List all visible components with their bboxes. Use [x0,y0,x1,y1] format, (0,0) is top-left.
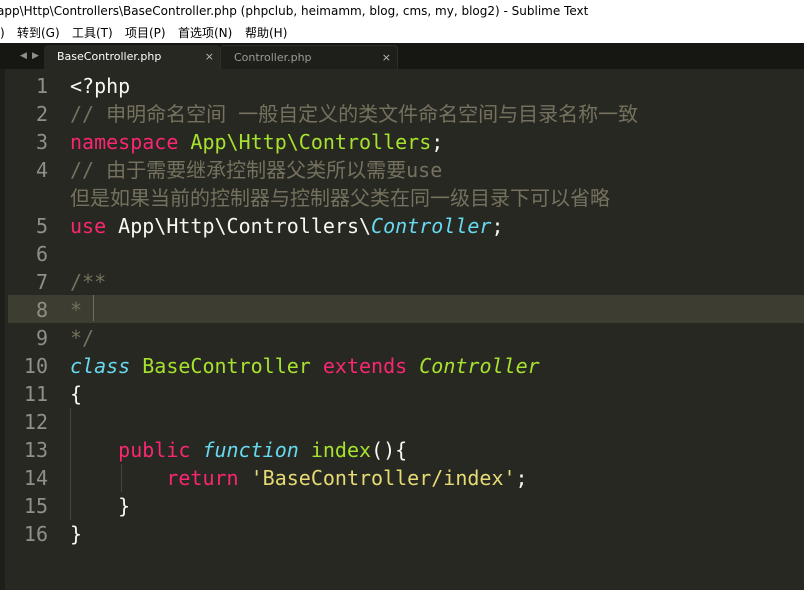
line-number: 7 [35,270,48,294]
keyword-extends: extends [322,354,408,378]
menu-item-project[interactable]: 项目(P) [125,23,166,43]
line-number: 9 [35,326,48,350]
text-cursor [93,295,94,321]
line-number: 14 [23,466,48,490]
string-literal: 'BaseController/index' [250,466,516,490]
brace-close: } [70,522,83,546]
menu-item-partial[interactable]: ) [0,23,5,43]
line-number: 8 [35,298,48,322]
parent-class: Controller [419,354,540,378]
code-editor[interactable]: 1 2 3 4 5 6 7 8 9 10 11 12 13 14 15 16 <… [0,69,804,590]
line-number: 4 [35,158,48,182]
docblock-open: /** [70,270,107,294]
line-number: 12 [23,410,48,434]
keyword-return: return [166,466,239,490]
function-name: index [310,438,372,462]
code-line-1: <?php [70,72,130,100]
brace-close: } [118,494,131,518]
keyword-namespace: namespace [70,130,179,154]
tab-label: BaseController.php [57,50,162,63]
use-namespace: App\Http\Controllers\ [118,214,372,238]
line-number: 1 [35,74,48,98]
keyword-function: function [202,438,299,462]
use-class: Controller [371,214,492,238]
code-line-4-wrap: 但是如果当前的控制器与控制器父类在同一级目录下可以省略 [70,184,610,212]
code-line-3: namespace App\Http\Controllers; [70,128,443,156]
window-title-bar: app\Http\Controllers\BaseController.php … [0,0,804,23]
semicolon: ; [515,466,528,490]
code-line-16: } [70,520,82,548]
menu-item-preferences[interactable]: 首选项(N) [178,23,232,43]
keyword-use: use [70,214,107,238]
docblock-star: * [70,298,83,322]
window-title: app\Http\Controllers\BaseController.php … [0,4,589,18]
tab-controller[interactable]: Controller.php × [220,45,398,70]
code-line-10: class BaseController extends Controller [70,352,540,380]
tab-navigation: ◀ ▶ [0,43,48,69]
code-line-9: */ [70,324,94,352]
code-line-11: { [70,380,82,408]
line-number: 11 [23,382,48,406]
class-name: BaseController [142,354,311,378]
code-line-8: * [70,296,82,324]
semicolon: ; [431,130,444,154]
menu-item-help[interactable]: 帮助(H) [245,23,287,43]
code-line-13: public function index(){ [70,436,407,464]
menu-item-tools[interactable]: 工具(T) [72,23,113,43]
tab-label: Controller.php [234,51,312,64]
code-line-15: } [70,492,130,520]
comment: // 由于需要继承控制器父类所以需要use [70,158,443,182]
line-number: 13 [23,438,48,462]
tab-basecontroller[interactable]: BaseController.php × [44,45,220,69]
line-number: 10 [23,354,48,378]
namespace-name: App\Http\Controllers [190,130,432,154]
semicolon: ; [491,214,504,238]
keyword-public: public [118,438,191,462]
code-line-7: /** [70,268,106,296]
line-number: 3 [35,130,48,154]
line-number: 2 [35,102,48,126]
current-line-highlight [8,295,804,323]
comment: // 申明命名空间 一般自定义的类文件命名空间与目录名称一致 [70,102,639,126]
function-params: (){ [371,438,408,462]
code-line-4: // 由于需要继承控制器父类所以需要use [70,156,442,184]
tab-scroll-right-icon[interactable]: ▶ [32,50,39,62]
line-number: 5 [35,214,48,238]
code-line-2: // 申明命名空间 一般自定义的类文件命名空间与目录名称一致 [70,100,638,128]
keyword-class: class [70,354,131,378]
menu-item-goto[interactable]: 转到(G) [17,23,60,43]
code-line-5: use App\Http\Controllers\Controller; [70,212,504,240]
brace-open: { [70,382,83,406]
php-open-tag: <?php [70,74,131,98]
tab-scroll-left-icon[interactable]: ◀ [20,50,27,62]
close-icon[interactable]: × [382,46,391,70]
close-icon[interactable]: × [205,45,214,69]
menu-bar: ) 转到(G) 工具(T) 项目(P) 首选项(N) 帮助(H) [0,23,804,43]
line-number: 15 [23,494,48,518]
line-number: 6 [35,242,48,266]
code-line-14: return 'BaseController/index'; [70,464,528,492]
line-number-gutter: 1 2 3 4 5 6 7 8 9 10 11 12 13 14 15 16 [8,69,56,590]
tab-bar: ◀ ▶ BaseController.php × Controller.php … [0,43,804,70]
line-number: 16 [23,522,48,546]
minimap-edge [0,69,5,590]
comment-wrapped: 但是如果当前的控制器与控制器父类在同一级目录下可以省略 [70,186,610,210]
docblock-close: */ [70,326,95,350]
